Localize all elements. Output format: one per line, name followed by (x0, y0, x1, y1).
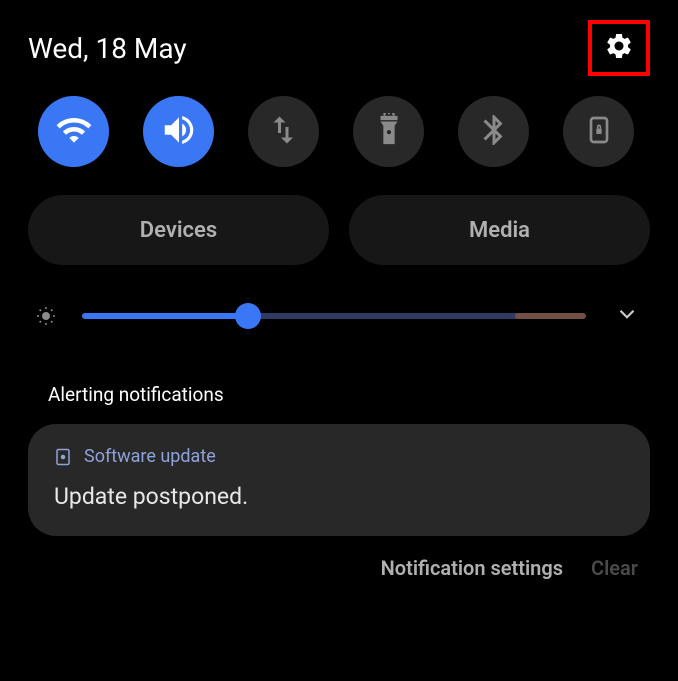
notification-settings-button[interactable]: Notification settings (381, 556, 563, 580)
notification-card[interactable]: Software update Update postponed. (28, 424, 650, 536)
volume-icon (160, 111, 198, 153)
rotation-lock-icon (583, 114, 615, 150)
bluetooth-toggle[interactable] (458, 96, 529, 167)
flashlight-toggle[interactable] (353, 96, 424, 167)
media-button[interactable]: Media (349, 195, 650, 265)
notification-body: Update postponed. (54, 483, 624, 510)
mobile-data-toggle[interactable] (248, 96, 319, 167)
pill-row: Devices Media (28, 195, 650, 265)
devices-button[interactable]: Devices (28, 195, 329, 265)
notification-app-name: Software update (84, 446, 216, 467)
footer-row: Notification settings Clear (28, 556, 650, 580)
sound-toggle[interactable] (143, 96, 214, 167)
flashlight-icon (372, 113, 406, 151)
brightness-row (28, 297, 650, 335)
rotation-lock-toggle[interactable] (563, 96, 634, 167)
alerting-header: Alerting notifications (28, 383, 650, 406)
data-arrows-icon (266, 112, 302, 152)
wifi-icon (55, 111, 93, 153)
wifi-toggle[interactable] (38, 96, 109, 167)
gear-icon (604, 31, 634, 65)
expand-button[interactable] (610, 297, 644, 335)
notification-header: Software update (54, 446, 624, 467)
header-bar: Wed, 18 May (28, 20, 650, 76)
brightness-slider[interactable] (82, 306, 586, 326)
settings-button[interactable] (588, 20, 650, 76)
chevron-down-icon (614, 312, 640, 331)
bluetooth-icon (476, 112, 512, 152)
quick-settings-row (28, 96, 650, 167)
clear-button[interactable]: Clear (591, 556, 638, 580)
software-update-icon (54, 448, 72, 466)
brightness-icon (34, 304, 58, 328)
date-text: Wed, 18 May (28, 32, 187, 65)
